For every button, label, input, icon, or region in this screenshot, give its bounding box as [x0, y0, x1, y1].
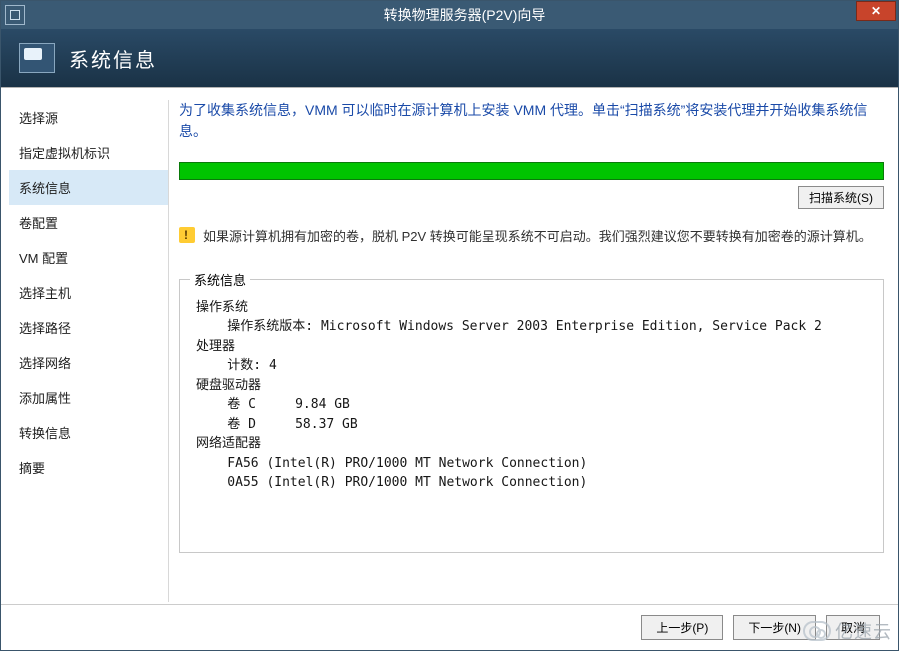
- window-title: 转换物理服务器(P2V)向导: [31, 5, 898, 25]
- close-icon: ✕: [871, 4, 881, 18]
- prev-button[interactable]: 上一步(P): [641, 615, 723, 640]
- warning-row: 如果源计算机拥有加密的卷，脱机 P2V 转换可能呈现系统不可启动。我们强烈建议您…: [179, 227, 884, 247]
- step-summary[interactable]: 摘要: [9, 450, 168, 485]
- titlebar: 转换物理服务器(P2V)向导 ✕: [1, 1, 898, 29]
- close-button[interactable]: ✕: [856, 1, 896, 21]
- wizard-header: 系统信息: [1, 29, 898, 87]
- progress-area: 扫描系统(S): [179, 162, 884, 209]
- header-title: 系统信息: [69, 44, 157, 73]
- wizard-footer: 上一步(P) 下一步(N) 取消: [1, 604, 898, 650]
- next-button[interactable]: 下一步(N): [733, 615, 816, 640]
- wizard-body: 选择源 指定虚拟机标识 系统信息 卷配置 VM 配置 选择主机 选择路径 选择网…: [1, 87, 898, 650]
- wizard-steps-sidebar: 选择源 指定虚拟机标识 系统信息 卷配置 VM 配置 选择主机 选择路径 选择网…: [9, 100, 169, 602]
- step-select-path[interactable]: 选择路径: [9, 310, 168, 345]
- wizard-main: 为了收集系统信息，VMM 可以临时在源计算机上安装 VMM 代理。单击“扫描系统…: [179, 100, 884, 602]
- step-volume-config[interactable]: 卷配置: [9, 205, 168, 240]
- step-add-properties[interactable]: 添加属性: [9, 380, 168, 415]
- warning-text: 如果源计算机拥有加密的卷，脱机 P2V 转换可能呈现系统不可启动。我们强烈建议您…: [203, 227, 872, 247]
- step-select-source[interactable]: 选择源: [9, 100, 168, 135]
- step-system-info[interactable]: 系统信息: [9, 170, 168, 205]
- wizard-window: 转换物理服务器(P2V)向导 ✕ 系统信息 选择源 指定虚拟机标识 系统信息 卷…: [0, 0, 899, 651]
- group-legend: 系统信息: [190, 270, 250, 289]
- system-info-group: 系统信息 操作系统 操作系统版本: Microsoft Windows Serv…: [179, 279, 884, 553]
- step-select-network[interactable]: 选择网络: [9, 345, 168, 380]
- system-menu-icon[interactable]: [5, 5, 25, 25]
- step-vm-config[interactable]: VM 配置: [9, 240, 168, 275]
- intro-text: 为了收集系统信息，VMM 可以临时在源计算机上安装 VMM 代理。单击“扫描系统…: [179, 100, 884, 142]
- step-select-host[interactable]: 选择主机: [9, 275, 168, 310]
- system-info-content: 操作系统 操作系统版本: Microsoft Windows Server 20…: [180, 280, 883, 503]
- scan-system-button[interactable]: 扫描系统(S): [798, 186, 884, 209]
- warning-icon: [179, 227, 195, 243]
- step-vm-identity[interactable]: 指定虚拟机标识: [9, 135, 168, 170]
- cancel-button[interactable]: 取消: [826, 615, 880, 640]
- scan-progress-bar: [179, 162, 884, 180]
- header-icon: [19, 43, 55, 73]
- step-conversion-info[interactable]: 转换信息: [9, 415, 168, 450]
